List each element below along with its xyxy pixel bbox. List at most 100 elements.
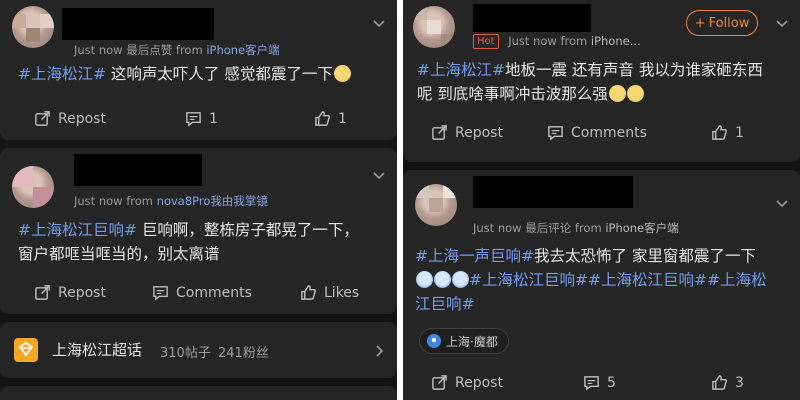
post-actions: Repost 1 1 bbox=[0, 110, 397, 134]
redacted-username bbox=[74, 154, 202, 186]
repost-label: Repost bbox=[455, 374, 503, 391]
post-action: 最后点赞 bbox=[126, 43, 173, 57]
hashtag-link[interactable]: #上海松江巨响# bbox=[18, 221, 137, 239]
repost-icon bbox=[432, 375, 447, 390]
follow-button[interactable]: + Follow bbox=[686, 10, 758, 36]
hashtag-link[interactable]: #上海松江巨响# bbox=[588, 271, 707, 289]
comment-icon bbox=[584, 376, 599, 391]
supertopic-name: 上海松江超话 bbox=[52, 341, 143, 359]
comments-button[interactable]: Comments bbox=[547, 124, 647, 141]
thumbs-up-icon bbox=[712, 125, 728, 140]
chevron-down-icon[interactable] bbox=[775, 198, 789, 208]
user-avatar[interactable] bbox=[413, 6, 455, 48]
left-screenshot-panel: Just now 最后点赞 from iPhone客户端 #上海松江# 这响声太… bbox=[0, 0, 397, 400]
post-device: iPhone... bbox=[590, 34, 641, 48]
user-avatar[interactable] bbox=[12, 6, 54, 48]
repost-button[interactable]: Repost bbox=[431, 124, 503, 141]
from-label: from bbox=[574, 221, 602, 235]
redacted-username bbox=[473, 4, 591, 32]
thumbs-up-icon bbox=[315, 111, 331, 126]
sweat-smile-face-icon bbox=[608, 85, 626, 102]
like-button[interactable]: Likes bbox=[300, 284, 359, 301]
hashtag-link[interactable]: #上海松江# bbox=[417, 61, 505, 79]
post-device: nova8Pro我由我掌镜 bbox=[156, 194, 268, 208]
repost-button[interactable]: Repost bbox=[34, 110, 106, 127]
hashtag-link[interactable]: #上海松江# bbox=[18, 65, 106, 83]
comments-count: 5 bbox=[607, 374, 616, 391]
comments-count: 1 bbox=[209, 110, 218, 127]
post-time: Just now bbox=[74, 43, 123, 57]
supertopic-icon bbox=[14, 338, 38, 362]
sweat-smile-face-icon bbox=[626, 85, 644, 102]
post-card[interactable]: Just now 最后评论 from iPhone客户端 #上海一声巨响#我去太… bbox=[403, 170, 800, 400]
post-action: 最后评论 bbox=[525, 221, 572, 235]
hashtag-link[interactable]: #上海松江巨响# bbox=[469, 271, 588, 289]
redacted-username bbox=[473, 176, 633, 208]
repost-label: Repost bbox=[455, 124, 503, 141]
repost-icon bbox=[35, 285, 50, 300]
post-time: Just now bbox=[473, 221, 522, 235]
location-label: 上海·魔都 bbox=[446, 334, 498, 349]
location-tag[interactable]: 上海·魔都 bbox=[419, 328, 509, 354]
hot-badge: Hot bbox=[473, 34, 499, 49]
comment-icon bbox=[153, 286, 168, 301]
comment-icon bbox=[548, 126, 563, 141]
comments-button[interactable]: 1 bbox=[185, 110, 218, 127]
post-text: #上海松江巨响# 巨响啊，整栋房子都晃了一下， 窗户都哐当哐当的，别太离谱 bbox=[18, 221, 359, 263]
hashtag-link[interactable]: 江巨响# bbox=[415, 295, 475, 313]
repost-label: Repost bbox=[58, 284, 106, 301]
post-text: #上海一声巨响#我去太恐怖了 家里窗都震了一下 #上海松江巨响##上海松江巨响#… bbox=[415, 247, 767, 313]
chevron-down-icon[interactable] bbox=[775, 18, 789, 28]
from-label: from bbox=[126, 194, 153, 208]
chevron-down-icon[interactable] bbox=[372, 18, 386, 28]
likes-count: 1 bbox=[735, 124, 744, 141]
post-meta: Just now from nova8Pro我由我掌镜 bbox=[74, 193, 268, 209]
dizzy-face-icon bbox=[416, 271, 433, 288]
post-text: #上海松江# 这响声太吓人了 感觉都震了一下 bbox=[18, 62, 351, 86]
post-actions: Repost 5 3 bbox=[403, 374, 800, 398]
crying-face-icon bbox=[333, 65, 351, 82]
dizzy-face-icon bbox=[434, 271, 451, 288]
comments-button[interactable]: Comments bbox=[152, 284, 252, 301]
plus-icon: + bbox=[694, 15, 706, 31]
post-time: Just now bbox=[74, 194, 123, 208]
repost-button[interactable]: Repost bbox=[34, 284, 106, 301]
like-button[interactable]: 3 bbox=[711, 374, 744, 391]
hashtag-link[interactable]: #上海松 bbox=[707, 271, 767, 289]
location-pin-icon bbox=[427, 334, 441, 348]
follow-label: Follow bbox=[708, 15, 750, 31]
dizzy-face-icon bbox=[452, 271, 469, 288]
repost-button[interactable]: Repost bbox=[431, 374, 503, 391]
post-meta: Just now 最后评论 from iPhone客户端 bbox=[473, 220, 679, 236]
like-button[interactable]: 1 bbox=[314, 110, 347, 127]
repost-icon bbox=[35, 111, 50, 126]
likes-count: 3 bbox=[735, 374, 744, 391]
post-device: iPhone客户端 bbox=[206, 43, 280, 57]
post-actions: Repost Comments 1 bbox=[403, 124, 800, 148]
repost-icon bbox=[432, 125, 447, 140]
supertopic-row[interactable]: 上海松江超话 310帖子 241粉丝 bbox=[0, 322, 397, 378]
comments-label: Comments bbox=[571, 124, 647, 141]
supertopic-posts: 310帖子 bbox=[160, 346, 211, 361]
likes-count: 1 bbox=[338, 110, 347, 127]
from-label: from bbox=[560, 34, 588, 48]
next-post-card bbox=[0, 386, 397, 400]
from-label: from bbox=[175, 43, 203, 57]
post-actions: Repost Comments Likes bbox=[0, 284, 397, 308]
thumbs-up-icon bbox=[301, 285, 317, 300]
hashtag-link[interactable]: #上海一声巨响# bbox=[415, 247, 534, 265]
chevron-down-icon[interactable] bbox=[372, 170, 386, 180]
repost-label: Repost bbox=[58, 110, 106, 127]
comments-button[interactable]: 5 bbox=[583, 374, 616, 391]
post-card[interactable]: Just now from nova8Pro我由我掌镜 #上海松江巨响# 巨响啊… bbox=[0, 148, 397, 314]
user-avatar[interactable] bbox=[12, 166, 54, 208]
user-avatar[interactable] bbox=[415, 184, 457, 226]
like-button[interactable]: 1 bbox=[711, 124, 744, 141]
post-card[interactable]: Just now 最后点赞 from iPhone客户端 #上海松江# 这响声太… bbox=[0, 0, 397, 140]
chevron-right-icon[interactable] bbox=[374, 344, 384, 358]
post-time: Just now bbox=[508, 34, 557, 48]
comment-icon bbox=[186, 112, 201, 127]
post-card[interactable]: Hot Just now from iPhone... + Follow #上海… bbox=[403, 0, 800, 162]
thumbs-up-icon bbox=[712, 375, 728, 390]
post-meta: Hot Just now from iPhone... bbox=[473, 34, 641, 49]
